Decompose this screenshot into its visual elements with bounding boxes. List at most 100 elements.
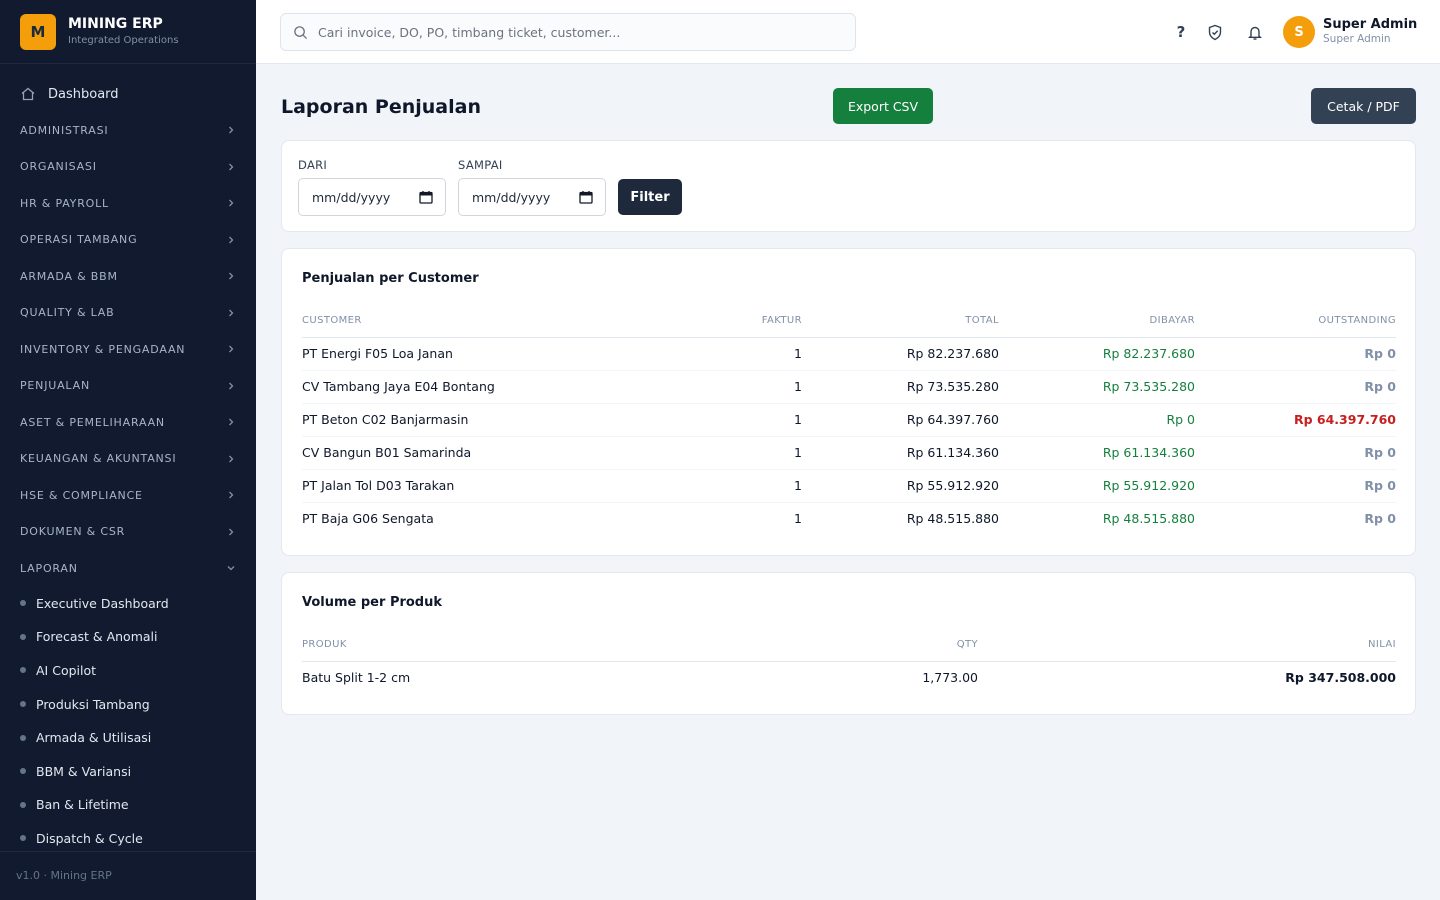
chevron-right-icon bbox=[229, 309, 234, 317]
sidebar-group-label: ASET & PEMELIHARAAN bbox=[20, 415, 165, 429]
column-header-dibayar: DIBAYAR bbox=[999, 305, 1195, 338]
total-cell: Rp 64.397.760 bbox=[802, 403, 999, 437]
total-cell: Rp 73.535.280 bbox=[802, 370, 999, 404]
brand-logo: M bbox=[20, 13, 56, 50]
sidebar-sub-item[interactable]: BBM & Variansi bbox=[0, 754, 256, 788]
sidebar-group[interactable]: ASET & PEMELIHARAAN bbox=[0, 404, 256, 441]
page-title: Laporan Penjualan bbox=[281, 96, 481, 118]
sidebar-sub-item-label: Dispatch & Cycle bbox=[36, 830, 143, 846]
outstanding-cell: Rp 64.397.760 bbox=[1195, 403, 1396, 437]
outstanding-cell: Rp 0 bbox=[1364, 511, 1396, 527]
sidebar-sub-item[interactable]: AI Copilot bbox=[0, 654, 256, 688]
bullet-icon bbox=[20, 600, 26, 607]
sidebar-group-label: QUALITY & LAB bbox=[20, 306, 115, 320]
column-header-outstanding: OUTSTANDING bbox=[1195, 305, 1396, 338]
column-header-customer: CUSTOMER bbox=[302, 305, 652, 338]
export-csv-button[interactable]: Export CSV bbox=[833, 88, 933, 124]
print-pdf-button[interactable]: Cetak / PDF bbox=[1311, 88, 1416, 124]
bullet-icon bbox=[20, 801, 26, 808]
sidebar-group[interactable]: OPERASI TAMBANG bbox=[0, 222, 256, 259]
sidebar-sub-item[interactable]: Armada & Utilisasi bbox=[0, 721, 256, 755]
table-row[interactable]: PT Baja G06 Sengata 1 Rp 48.515.880 Rp 4… bbox=[302, 502, 1396, 535]
search-input[interactable] bbox=[318, 24, 838, 40]
sidebar-group-label: PENJUALAN bbox=[20, 379, 90, 393]
sidebar-group[interactable]: HSE & COMPLIANCE bbox=[0, 477, 256, 514]
sidebar-group-laporan[interactable]: LAPORAN bbox=[0, 550, 256, 587]
sidebar-group-label: KEUANGAN & AKUNTANSI bbox=[20, 452, 177, 466]
calendar-icon[interactable] bbox=[579, 190, 593, 204]
brand-subtitle: Integrated Operations bbox=[68, 34, 179, 46]
product-cell: Batu Split 1-2 cm bbox=[302, 670, 411, 686]
sidebar-group[interactable]: ARMADA & BBM bbox=[0, 258, 256, 295]
bullet-icon bbox=[20, 734, 26, 741]
bullet-icon bbox=[20, 835, 26, 842]
sidebar-group[interactable]: PENJUALAN bbox=[0, 368, 256, 405]
sidebar-sub-item[interactable]: Forecast & Anomali bbox=[0, 620, 256, 654]
sidebar-group[interactable]: DOKUMEN & CSR bbox=[0, 514, 256, 551]
to-date-label: SAMPAI bbox=[458, 158, 503, 172]
sidebar-group[interactable]: INVENTORY & PENGADAAN bbox=[0, 331, 256, 368]
sidebar-sub-item[interactable]: Produksi Tambang bbox=[0, 687, 256, 721]
filter-button[interactable]: Filter bbox=[618, 179, 682, 215]
table-row[interactable]: PT Jalan Tol D03 Tarakan 1 Rp 55.912.920… bbox=[302, 469, 1396, 503]
sidebar-group[interactable]: KEUANGAN & AKUNTANSI bbox=[0, 441, 256, 478]
table-row[interactable]: PT Beton C02 Banjarmasin 1 Rp 64.397.760… bbox=[302, 403, 1396, 437]
sidebar-nav: Dashboard ADMINISTRASI ORGANISASI HR & PAY… bbox=[0, 64, 256, 855]
customer-cell: CV Tambang Jaya E04 Bontang bbox=[302, 370, 652, 404]
sidebar-group[interactable]: ORGANISASI bbox=[0, 149, 256, 186]
shield-check-icon[interactable] bbox=[1205, 22, 1225, 42]
sidebar-group-label: HR & PAYROLL bbox=[20, 196, 109, 210]
bullet-icon bbox=[20, 768, 26, 775]
customer-sales-card: Penjualan per Customer CUSTOMER FAKTUR T… bbox=[281, 248, 1416, 556]
sidebar-group-label: ORGANISASI bbox=[20, 160, 97, 174]
sidebar-sub-item-label: Produksi Tambang bbox=[36, 696, 150, 712]
sidebar-item-label: Dashboard bbox=[48, 86, 119, 102]
search-box[interactable] bbox=[280, 13, 856, 51]
brand[interactable]: M MINING ERP Integrated Operations bbox=[0, 0, 256, 64]
bullet-icon bbox=[20, 701, 26, 708]
sidebar-group[interactable]: QUALITY & LAB bbox=[0, 295, 256, 332]
sidebar-group[interactable]: ADMINISTRASI bbox=[0, 112, 256, 149]
bullet-icon bbox=[20, 667, 26, 674]
value-cell: Rp 347.508.000 bbox=[1285, 670, 1396, 686]
from-date-input[interactable]: mm/dd/yyyy bbox=[298, 178, 446, 216]
to-date-value: mm/dd/yyyy bbox=[472, 189, 551, 205]
paid-cell: Rp 48.515.880 bbox=[1102, 511, 1195, 527]
top-bar: ? S Super Admin Super Admin bbox=[256, 0, 1440, 64]
calendar-icon[interactable] bbox=[419, 190, 433, 204]
bell-icon[interactable] bbox=[1245, 22, 1265, 42]
total-cell: Rp 48.515.880 bbox=[906, 511, 999, 527]
table-row[interactable]: CV Tambang Jaya E04 Bontang 1 Rp 73.535.… bbox=[302, 370, 1396, 404]
product-volume-card: Volume per Produk PRODUK QTY NILAI Batu … bbox=[281, 572, 1416, 715]
sidebar-sub-item-label: AI Copilot bbox=[36, 662, 97, 678]
sidebar-group-label: HSE & COMPLIANCE bbox=[20, 488, 143, 502]
bullet-icon bbox=[20, 633, 26, 640]
to-date-input[interactable]: mm/dd/yyyy bbox=[458, 178, 606, 216]
total-cell: Rp 55.912.920 bbox=[802, 469, 999, 503]
column-header-total: TOTAL bbox=[802, 305, 999, 338]
faktur-cell: 1 bbox=[652, 370, 802, 404]
sidebar-item-dashboard[interactable]: Dashboard bbox=[0, 76, 256, 112]
sidebar-group-label: DOKUMEN & CSR bbox=[20, 525, 126, 539]
chevron-right-icon bbox=[229, 345, 234, 353]
sidebar-sub-item[interactable]: Ban & Lifetime bbox=[0, 788, 256, 822]
table-row[interactable]: CV Bangun B01 Samarinda 1 Rp 61.134.360 … bbox=[302, 436, 1396, 470]
sidebar-sub-item-label: Forecast & Anomali bbox=[36, 629, 158, 645]
faktur-cell: 1 bbox=[794, 511, 802, 527]
product-table-title: Volume per Produk bbox=[302, 595, 443, 610]
user-name[interactable]: Super Admin bbox=[1323, 17, 1417, 32]
sidebar-sub-item[interactable]: Executive Dashboard bbox=[0, 587, 256, 621]
table-row[interactable]: Batu Split 1-2 cm 1,773.00 Rp 347.508.00… bbox=[302, 661, 1396, 694]
product-volume-table: PRODUK QTY NILAI Batu Split 1-2 cm 1,773… bbox=[302, 629, 1396, 694]
sidebar: M MINING ERP Integrated Operations Dashb… bbox=[0, 0, 256, 900]
chevron-right-icon bbox=[229, 382, 234, 390]
outstanding-cell: Rp 0 bbox=[1195, 337, 1396, 371]
table-row[interactable]: PT Energi F05 Loa Janan 1 Rp 82.237.680 … bbox=[302, 337, 1396, 371]
help-icon[interactable]: ? bbox=[1171, 22, 1191, 42]
avatar[interactable]: S bbox=[1283, 16, 1315, 48]
chevron-right-icon bbox=[229, 455, 234, 463]
sidebar-footer: v1.0 · Mining ERP bbox=[0, 851, 256, 900]
chevron-right-icon bbox=[229, 199, 234, 207]
faktur-cell: 1 bbox=[652, 403, 802, 437]
sidebar-group[interactable]: HR & PAYROLL bbox=[0, 185, 256, 222]
